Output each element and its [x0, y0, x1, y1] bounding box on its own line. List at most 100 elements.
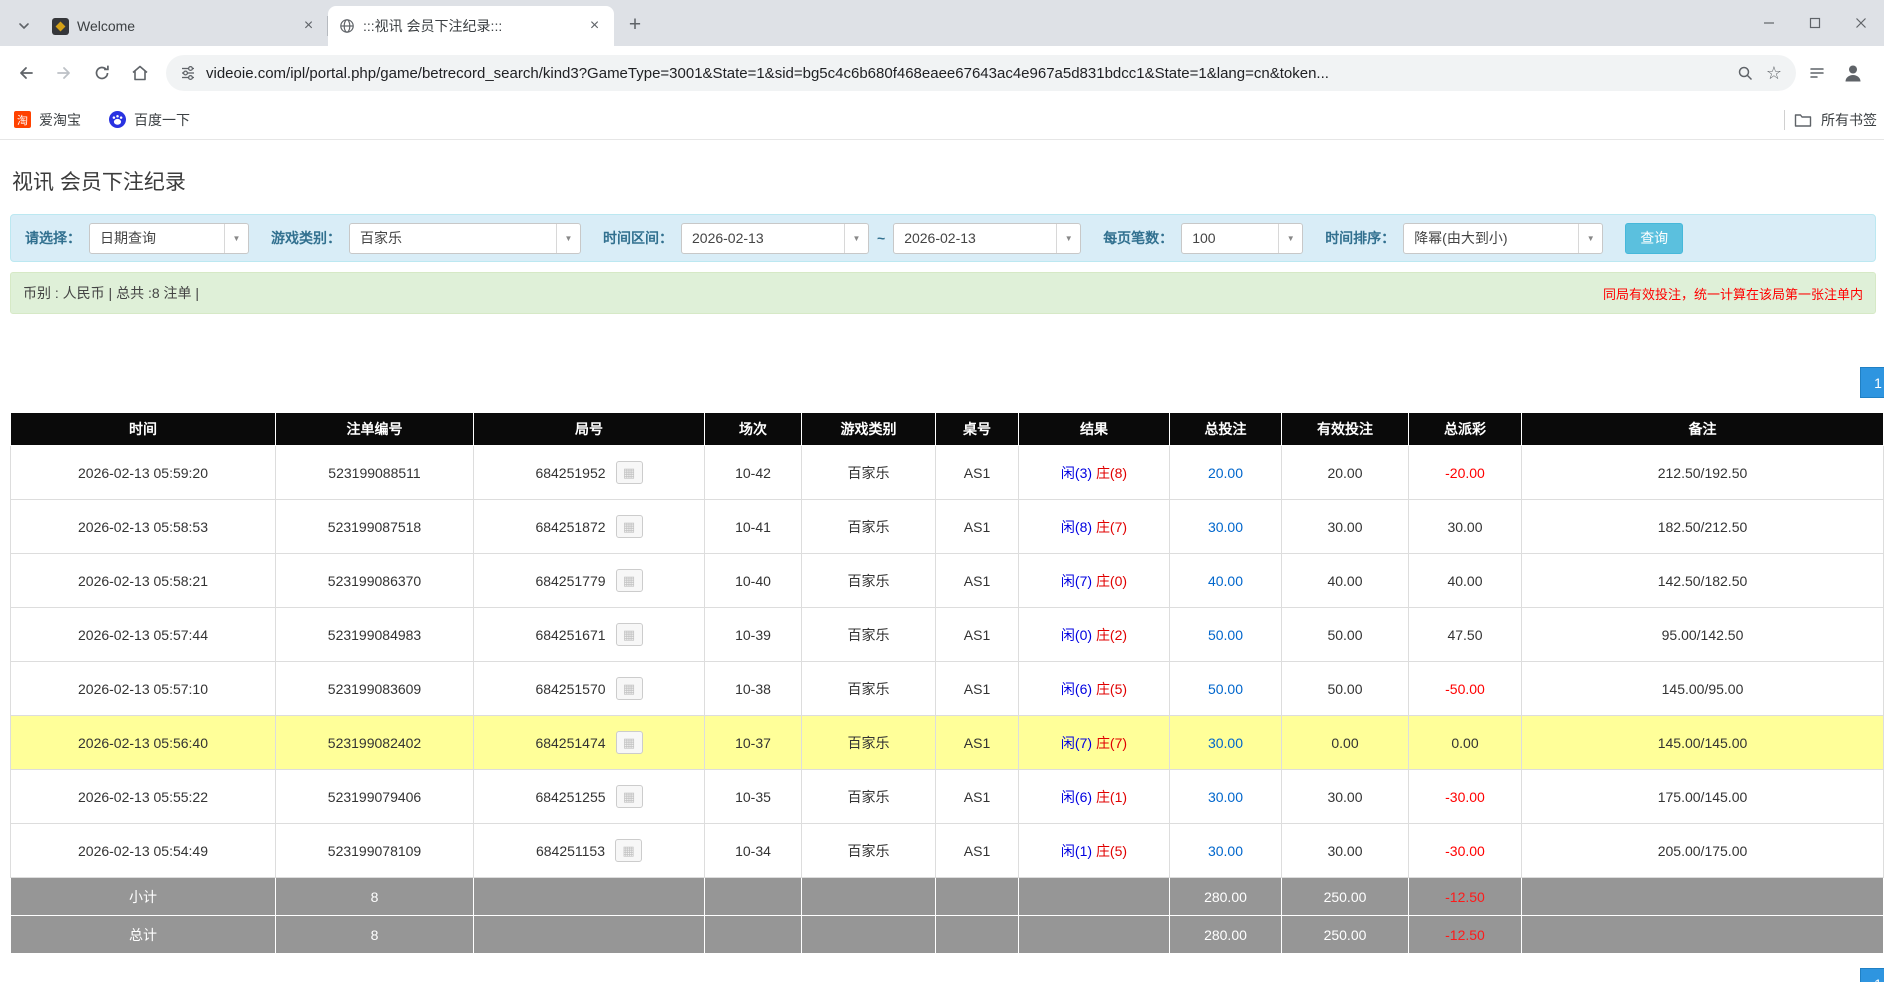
total-bet-link[interactable]: 30.00: [1208, 789, 1243, 805]
summary-payout: -12.50: [1409, 916, 1522, 954]
result-player: 闲(6): [1061, 789, 1092, 805]
round-number-group: 684251570 ▦: [535, 677, 642, 700]
page-size-select[interactable]: 100 ▼: [1181, 223, 1303, 254]
cell-bet-number: 523199078109: [276, 824, 474, 878]
round-number-text: 684251474: [535, 735, 605, 751]
summary-empty-cell: [936, 916, 1019, 954]
query-type-select[interactable]: 日期查询 ▼: [89, 223, 249, 254]
cell-session: 10-35: [705, 770, 802, 824]
tab-search-button[interactable]: [10, 12, 38, 40]
summary-valid-bet: 250.00: [1282, 878, 1409, 916]
all-bookmarks-label: 所有书签: [1821, 110, 1877, 130]
page-size-label: 每页笔数：: [1103, 228, 1173, 248]
result-player: 闲(0): [1061, 627, 1092, 643]
cards-icon: ▦: [623, 790, 635, 803]
total-bet-link[interactable]: 30.00: [1208, 519, 1243, 535]
bookmark-star-icon[interactable]: ☆: [1766, 64, 1782, 82]
game-type-label: 游戏类别：: [271, 228, 341, 248]
round-detail-button[interactable]: ▦: [616, 785, 643, 808]
cell-valid-bet: 50.00: [1282, 662, 1409, 716]
total-bet-link[interactable]: 30.00: [1208, 735, 1243, 751]
summary-empty-cell: [474, 878, 705, 916]
tab-close-icon[interactable]: ×: [585, 17, 604, 36]
bookmarks-bar: 淘 爱淘宝 百度一下 所有书签: [0, 100, 1884, 140]
url-text[interactable]: videoie.com/ipl/portal.php/game/betrecor…: [206, 65, 1727, 82]
query-button[interactable]: 查询: [1625, 223, 1683, 254]
round-detail-button[interactable]: ▦: [616, 515, 643, 538]
cell-valid-bet: 30.00: [1282, 824, 1409, 878]
chevron-down-icon: ▼: [844, 224, 868, 253]
round-detail-button[interactable]: ▦: [615, 839, 642, 862]
profile-avatar[interactable]: [1840, 60, 1866, 86]
result-banker: 庄(7): [1096, 519, 1127, 535]
round-number-text: 684251671: [535, 627, 605, 643]
round-detail-button[interactable]: ▦: [616, 569, 643, 592]
date-from-select[interactable]: 2026-02-13 ▼: [681, 223, 869, 254]
chevron-down-icon: [18, 20, 30, 32]
summary-notice-bar: 币别 : 人民币 | 总共 :8 注单 | 同局有效投注，统一计算在该局第一张注…: [10, 272, 1876, 314]
currency-total-text: 币别 : 人民币 | 总共 :8 注单 |: [23, 283, 199, 303]
cell-table-number: AS1: [936, 608, 1019, 662]
new-tab-button[interactable]: +: [620, 10, 650, 40]
round-detail-button[interactable]: ▦: [616, 677, 643, 700]
site-info-icon[interactable]: [180, 65, 196, 81]
bet-records-table: 时间注单编号局号场次游戏类别桌号结果总投注有效投注总派彩备注 2026-02-1…: [10, 412, 1884, 954]
tab-welcome[interactable]: Welcome ×: [42, 6, 328, 46]
forward-button[interactable]: [46, 55, 82, 91]
date-to-select[interactable]: 2026-02-13 ▼: [893, 223, 1081, 254]
pagination-bottom-button[interactable]: 1: [1860, 968, 1884, 982]
cell-bet-number: 523199087518: [276, 500, 474, 554]
all-bookmarks[interactable]: 所有书签: [1784, 100, 1884, 139]
cell-result: 闲(7) 庄(0): [1019, 554, 1170, 608]
cell-total-bet: 30.00: [1170, 770, 1282, 824]
result-banker: 庄(2): [1096, 627, 1127, 643]
round-detail-button[interactable]: ▦: [616, 461, 643, 484]
total-bet-link[interactable]: 30.00: [1208, 843, 1243, 859]
tab-close-icon[interactable]: ×: [299, 17, 318, 36]
page-1-button[interactable]: 1: [1860, 367, 1884, 398]
round-number-text: 684251570: [535, 681, 605, 697]
home-button[interactable]: [122, 55, 158, 91]
cards-icon: ▦: [623, 466, 635, 479]
total-bet-link[interactable]: 50.00: [1208, 681, 1243, 697]
cell-session: 10-37: [705, 716, 802, 770]
avatar-icon: [1842, 62, 1864, 84]
cell-note: 145.00/95.00: [1522, 662, 1884, 716]
address-bar[interactable]: videoie.com/ipl/portal.php/game/betrecor…: [166, 55, 1796, 91]
reading-list-icon[interactable]: [1808, 64, 1826, 82]
column-header: 场次: [705, 413, 802, 446]
bookmark-taobao[interactable]: 淘 爱淘宝: [14, 110, 81, 130]
round-detail-button[interactable]: ▦: [616, 623, 643, 646]
total-bet-link[interactable]: 40.00: [1208, 573, 1243, 589]
total-bet-link[interactable]: 50.00: [1208, 627, 1243, 643]
cell-payout: 0.00: [1409, 716, 1522, 770]
maximize-button[interactable]: [1792, 0, 1838, 46]
tab-betrecord[interactable]: :::视讯 会员下注纪录::: ×: [328, 6, 614, 46]
sort-order-value: 降幂(由大到小): [1404, 224, 1578, 253]
round-number-group: 684251474 ▦: [535, 731, 642, 754]
cell-round-number: 684251779▦: [474, 554, 705, 608]
zoom-icon[interactable]: [1737, 65, 1754, 82]
cell-result: 闲(6) 庄(1): [1019, 770, 1170, 824]
reload-button[interactable]: [84, 55, 120, 91]
folder-icon: [1794, 112, 1812, 128]
date-from-value: 2026-02-13: [682, 224, 844, 253]
game-type-select[interactable]: 百家乐 ▼: [349, 223, 581, 254]
bookmark-baidu[interactable]: 百度一下: [109, 110, 190, 130]
cell-time: 2026-02-13 05:55:22: [11, 770, 276, 824]
cell-result: 闲(7) 庄(7): [1019, 716, 1170, 770]
tab-title: :::视讯 会员下注纪录:::: [363, 16, 577, 36]
back-button[interactable]: [8, 55, 44, 91]
cell-round-number: 684251671 ▦: [474, 608, 705, 662]
round-detail-button[interactable]: ▦: [616, 731, 643, 754]
cell-total-bet: 50.00: [1170, 608, 1282, 662]
column-header: 结果: [1019, 413, 1170, 446]
total-bet-link[interactable]: 20.00: [1208, 465, 1243, 481]
round-number-group: 684251779▦: [535, 569, 642, 592]
close-window-button[interactable]: [1838, 0, 1884, 46]
minimize-button[interactable]: [1746, 0, 1792, 46]
round-number-group: 684251872▦: [535, 515, 642, 538]
sort-order-select[interactable]: 降幂(由大到小) ▼: [1403, 223, 1603, 254]
cell-table-number: AS1: [936, 446, 1019, 500]
cell-total-bet: 20.00: [1170, 446, 1282, 500]
